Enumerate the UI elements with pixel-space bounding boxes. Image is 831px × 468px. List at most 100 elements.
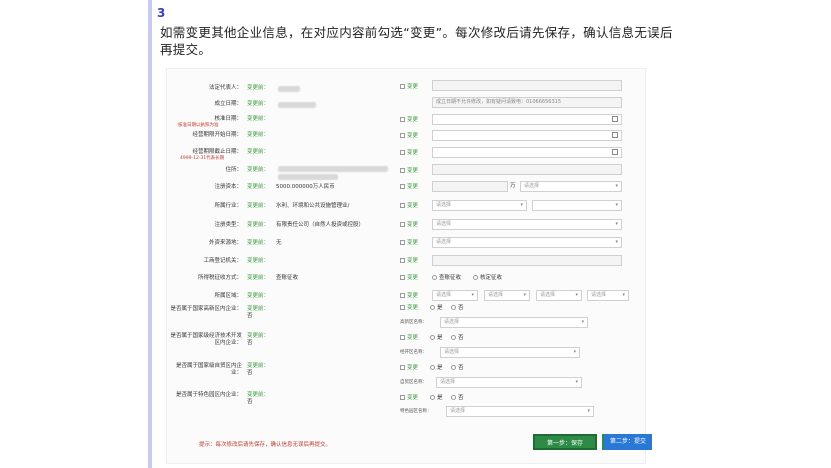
select-reg-type[interactable]: 请选择 ▾ — [432, 219, 622, 230]
chevron-down-icon: ▾ — [575, 379, 578, 385]
radio-tax-audit[interactable]: 查账征收 — [432, 275, 461, 282]
ftz-name-label: 自贸区名称： — [400, 380, 427, 385]
prior-op-end: 变更前： — [247, 149, 270, 155]
prior-special-park: 变更前： — [247, 392, 270, 398]
step-side-line — [148, 0, 152, 468]
chevron-down-icon: ▾ — [622, 292, 625, 298]
econ-zone-value: 否 — [247, 340, 253, 346]
prior-econ-zone: 变更前： — [247, 333, 270, 339]
prior-reg-type: 变更前： — [247, 222, 270, 228]
prior-approve-date: 变更前： — [247, 116, 270, 122]
radio-park-no[interactable]: 否 — [446, 395, 464, 402]
label-special-park: 是否属于特色园区内企业： — [175, 392, 242, 398]
page: 3 如需变更其他企业信息，在对应内容前勾选“变更”。每次修改后请先保存，确认信息… — [0, 0, 831, 468]
change-check-hitech-zone[interactable]: 变更 — [400, 305, 418, 312]
prior-ftz: 变更前： — [247, 363, 270, 369]
prior-industry: 变更前： — [247, 203, 270, 209]
step-number: 3 — [157, 6, 166, 20]
label-op-end: 经营期限截止日期： — [192, 149, 242, 155]
select-ftz[interactable]: 请选择 ▾ — [436, 377, 582, 388]
step-instruction: 如需变更其他企业信息，在对应内容前勾选“变更”。每次修改后请先保存，确认信息无误… — [160, 25, 673, 57]
ftz-value: 否 — [247, 370, 253, 376]
input-op-end[interactable] — [432, 147, 622, 158]
select-special-park[interactable]: 请选择 ▾ — [446, 406, 594, 417]
label-op-start: 经营期限开始日期： — [192, 132, 242, 138]
label-legal-rep: 法定代表人： — [208, 85, 242, 91]
change-check-special-park[interactable]: 变更 — [400, 395, 418, 402]
chevron-down-icon: ▾ — [615, 202, 618, 208]
select-region-city[interactable]: 请选择 ▾ — [484, 290, 530, 301]
change-check-approve-date[interactable]: 变更 — [400, 117, 418, 124]
input-capital[interactable] — [432, 181, 508, 192]
calendar-icon — [612, 132, 618, 138]
op-end-hint: 4999-12-31代表长期 — [180, 156, 225, 161]
label-found-date: 成立日期： — [214, 101, 242, 107]
prior-found-date: 变更前： — [247, 101, 270, 107]
radio-econ-yes[interactable]: 是 — [425, 335, 443, 342]
select-industry-2[interactable]: ▾ — [532, 200, 622, 211]
change-check-reg-type[interactable]: 变更 — [400, 222, 418, 229]
change-check-region[interactable]: 变更 — [400, 293, 418, 300]
change-check-address[interactable]: 变更 — [400, 168, 418, 175]
prior-address: 变更前： — [247, 167, 270, 173]
change-check-econ-zone[interactable]: 变更 — [400, 335, 418, 342]
input-reg-authority[interactable] — [432, 255, 622, 266]
radio-econ-no[interactable]: 否 — [446, 335, 464, 342]
label-address: 住所： — [225, 167, 242, 173]
save-button[interactable]: 第一步：保存 — [533, 434, 597, 450]
radio-ftz-no[interactable]: 否 — [446, 365, 464, 372]
foreign-source-value: 无 — [276, 240, 282, 246]
radio-hitech-no[interactable]: 否 — [446, 305, 464, 312]
submit-button[interactable]: 第二步：提交 — [602, 434, 652, 450]
footer-tip: 提示：每次修改后请先保存，确认信息无误后再提交。 — [199, 442, 332, 448]
chevron-down-icon: ▾ — [523, 292, 526, 298]
select-foreign-source[interactable]: 请选择 ▾ — [432, 237, 622, 248]
select-region-district[interactable]: 请选择 ▾ — [536, 290, 582, 301]
blurred-value — [278, 166, 388, 172]
change-check-op-end[interactable]: 变更 — [400, 150, 418, 157]
prior-foreign-source: 变更前： — [247, 240, 270, 246]
label-hitech-zone: 是否属于国家高新区内企业： — [170, 306, 242, 312]
input-op-start[interactable] — [432, 130, 622, 141]
chevron-down-icon: ▾ — [520, 202, 523, 208]
chevron-down-icon: ▾ — [615, 221, 618, 227]
select-hitech-zone[interactable]: 请选择 ▾ — [440, 317, 588, 328]
calendar-icon — [612, 149, 618, 155]
prior-op-start: 变更前： — [247, 132, 270, 138]
select-region-province[interactable]: 请选择 ▾ — [432, 290, 478, 301]
label-foreign-source: 外资来源地： — [208, 240, 242, 246]
label-approve-date: 核准日期： — [214, 116, 242, 122]
radio-park-yes[interactable]: 是 — [425, 395, 443, 402]
approve-date-hint: 核准日期以执照为准 — [178, 123, 219, 128]
hitech-zone-name-label: 高新区名称： — [400, 320, 427, 325]
input-approve-date[interactable] — [432, 114, 622, 125]
econ-zone-name-label: 经开区名称： — [400, 350, 427, 355]
special-park-value: 否 — [247, 399, 253, 405]
prior-reg-authority: 变更前： — [247, 258, 270, 264]
change-check-op-start[interactable]: 变更 — [400, 133, 418, 140]
input-legal-rep[interactable] — [432, 80, 622, 91]
select-industry-1[interactable]: 请选择 ▾ — [432, 200, 527, 211]
change-check-industry[interactable]: 变更 — [400, 203, 418, 210]
change-check-capital[interactable]: 变更 — [400, 184, 418, 191]
label-capital: 注册资本： — [214, 184, 242, 190]
change-check-tax-method[interactable]: 变更 — [400, 275, 418, 282]
select-currency[interactable]: 请选择 ▾ — [520, 181, 622, 192]
change-check-ftz[interactable]: 变更 — [400, 365, 418, 372]
change-check-foreign-source[interactable]: 变更 — [400, 240, 418, 247]
change-check-reg-authority[interactable]: 变更 — [400, 258, 418, 265]
chevron-down-icon: ▾ — [575, 292, 578, 298]
capital-unit: 万 — [510, 183, 516, 189]
calendar-icon — [612, 116, 618, 122]
change-check-legal-rep[interactable]: 变更 — [400, 84, 418, 91]
radio-tax-assessed[interactable]: 核定征收 — [468, 275, 502, 282]
radio-ftz-yes[interactable]: 是 — [425, 365, 443, 372]
tax-method-value: 查账征收 — [276, 275, 299, 281]
radio-hitech-yes[interactable]: 是 — [425, 305, 443, 312]
select-econ-zone[interactable]: 请选择 ▾ — [440, 347, 580, 358]
special-park-name-label: 特色园区名称： — [400, 409, 432, 414]
label-region: 所属区域： — [214, 293, 242, 299]
input-address[interactable] — [432, 164, 622, 175]
select-region-street[interactable]: 请选择 ▾ — [587, 290, 629, 301]
blurred-value — [278, 174, 338, 180]
